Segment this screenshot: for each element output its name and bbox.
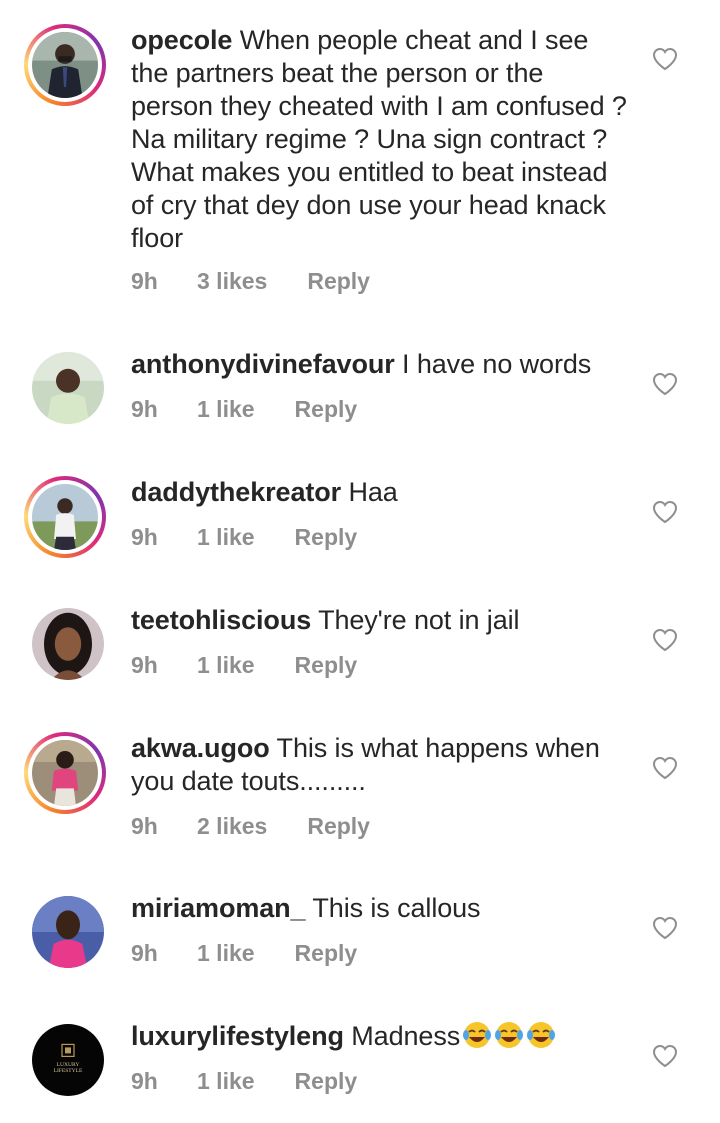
heart-icon[interactable] <box>652 628 678 652</box>
heart-icon[interactable] <box>652 756 678 780</box>
comment-likes[interactable]: 1 like <box>197 396 255 423</box>
comment-text: miriamoman_ This is callous <box>131 892 631 925</box>
reply-button[interactable]: Reply <box>295 652 358 679</box>
comment-likes[interactable]: 1 like <box>197 940 255 967</box>
reply-button[interactable]: Reply <box>307 813 370 840</box>
laughing-crying-emoji-icon <box>460 1021 556 1051</box>
comment-body: I have no words <box>402 349 592 379</box>
avatar <box>32 896 104 968</box>
avatar-wrap[interactable]: LUXURY LIFESTYLE <box>32 1024 104 1096</box>
comment-username[interactable]: teetohliscious <box>131 605 311 635</box>
comment-time: 9h <box>131 268 158 294</box>
avatar-wrap[interactable] <box>32 608 104 680</box>
comment-body: They're not in jail <box>318 605 520 635</box>
reply-button[interactable]: Reply <box>295 940 358 967</box>
comment-username[interactable]: akwa.ugoo <box>131 733 270 763</box>
comment-body: Madness <box>351 1021 461 1051</box>
reply-button[interactable]: Reply <box>295 396 358 423</box>
reply-button[interactable]: Reply <box>295 1068 358 1095</box>
comment-meta: 9h 1 like Reply <box>131 940 357 967</box>
comment-text: opecole When people cheat and I see the … <box>131 24 631 255</box>
reply-button[interactable]: Reply <box>295 524 358 551</box>
avatar <box>32 608 104 680</box>
comment-body: When people cheat and I see the partners… <box>131 25 627 253</box>
comment-text: teetohliscious They're not in jail <box>131 604 631 637</box>
comment-body: This is callous <box>312 893 481 923</box>
comment-time: 9h <box>131 396 158 422</box>
heart-icon[interactable] <box>652 1044 678 1068</box>
comment-username[interactable]: anthonydivinefavour <box>131 349 395 379</box>
comment-meta: 9h 1 like Reply <box>131 524 357 551</box>
comment-likes[interactable]: 1 like <box>197 1068 255 1095</box>
comment-text: luxurylifestyleng Madness <box>131 1020 631 1053</box>
comment-likes[interactable]: 3 likes <box>197 268 267 295</box>
comment-text: anthonydivinefavour I have no words <box>131 348 631 381</box>
avatar <box>32 352 104 424</box>
story-ring[interactable] <box>24 732 106 814</box>
comment-username[interactable]: luxurylifestyleng <box>131 1021 344 1051</box>
comment-likes[interactable]: 1 like <box>197 652 255 679</box>
comment-time: 9h <box>131 1068 158 1094</box>
heart-icon[interactable] <box>652 916 678 940</box>
comment-body: Haa <box>348 477 398 507</box>
comment-meta: 9h 1 like Reply <box>131 652 357 679</box>
comment-time: 9h <box>131 940 158 966</box>
brand-logo-avatar: LUXURY LIFESTYLE <box>32 1024 104 1096</box>
comment-text: daddythekreator Haa <box>131 476 631 509</box>
comment-username[interactable]: opecole <box>131 25 232 55</box>
reply-button[interactable]: Reply <box>307 268 370 295</box>
comment-text: akwa.ugoo This is what happens when you … <box>131 732 631 798</box>
story-ring[interactable] <box>24 24 106 106</box>
avatar <box>32 484 98 550</box>
comment-meta: 9h 1 like Reply <box>131 396 357 423</box>
avatar-wrap[interactable] <box>32 896 104 968</box>
comment-username[interactable]: miriamoman_ <box>131 893 306 923</box>
heart-icon[interactable] <box>652 500 678 524</box>
comment-time: 9h <box>131 813 158 839</box>
comment-likes[interactable]: 1 like <box>197 524 255 551</box>
comment-username[interactable]: daddythekreator <box>131 477 341 507</box>
avatar <box>32 740 98 806</box>
avatar <box>32 32 98 98</box>
heart-icon[interactable] <box>652 47 678 71</box>
story-ring[interactable] <box>24 476 106 558</box>
comment-likes[interactable]: 2 likes <box>197 813 267 840</box>
comment-meta: 9h 3 likes Reply <box>131 268 370 295</box>
avatar-wrap[interactable] <box>32 352 104 424</box>
comment-meta: 9h 2 likes Reply <box>131 813 370 840</box>
svg-text:LIFESTYLE: LIFESTYLE <box>54 1068 83 1074</box>
heart-icon[interactable] <box>652 372 678 396</box>
comment-meta: 9h 1 like Reply <box>131 1068 357 1095</box>
comment-time: 9h <box>131 524 158 550</box>
comment-time: 9h <box>131 652 158 678</box>
